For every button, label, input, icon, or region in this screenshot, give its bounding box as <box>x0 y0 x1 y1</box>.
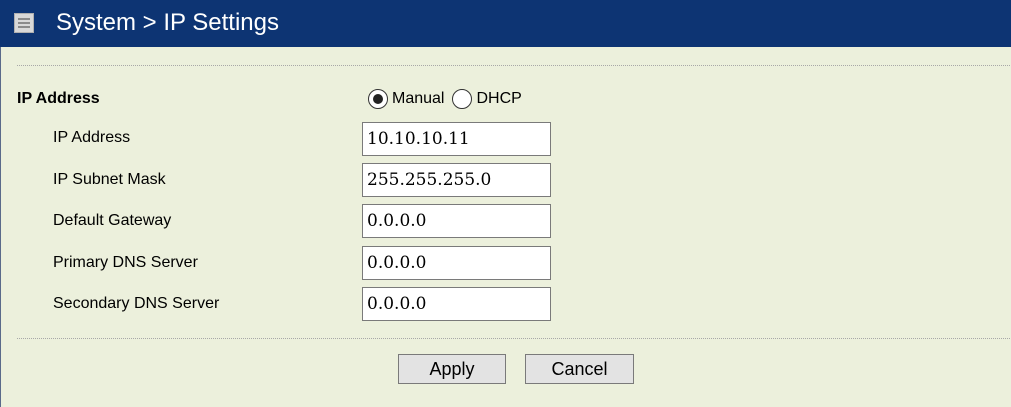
page-header: System > IP Settings <box>0 0 1011 47</box>
section-title: IP Address <box>17 90 100 107</box>
default-gateway-input[interactable] <box>362 204 551 238</box>
ip-address-label: IP Address <box>53 129 131 146</box>
secondary-dns-input[interactable] <box>362 287 551 321</box>
primary-dns-input[interactable] <box>362 246 551 280</box>
manual-radio-label[interactable]: Manual <box>392 90 444 108</box>
manual-radio[interactable] <box>368 89 388 109</box>
menu-list-icon <box>14 13 34 33</box>
divider-bottom <box>17 338 1011 339</box>
subnet-mask-input[interactable] <box>362 163 551 197</box>
divider-top <box>17 65 1011 66</box>
apply-button[interactable]: Apply <box>398 354 506 384</box>
ip-mode-radio-group: Manual DHCP <box>368 89 530 109</box>
ip-address-input[interactable] <box>362 122 551 156</box>
dhcp-radio-label[interactable]: DHCP <box>476 90 521 108</box>
ip-settings-panel: IP Address Manual DHCP IP Address IP Sub… <box>0 47 1011 407</box>
cancel-button[interactable]: Cancel <box>525 354 634 384</box>
default-gateway-label: Default Gateway <box>53 212 172 229</box>
subnet-mask-label: IP Subnet Mask <box>53 171 166 188</box>
primary-dns-label: Primary DNS Server <box>53 254 198 271</box>
secondary-dns-label: Secondary DNS Server <box>53 295 220 312</box>
page-title: System > IP Settings <box>56 9 279 36</box>
dhcp-radio[interactable] <box>452 89 473 109</box>
